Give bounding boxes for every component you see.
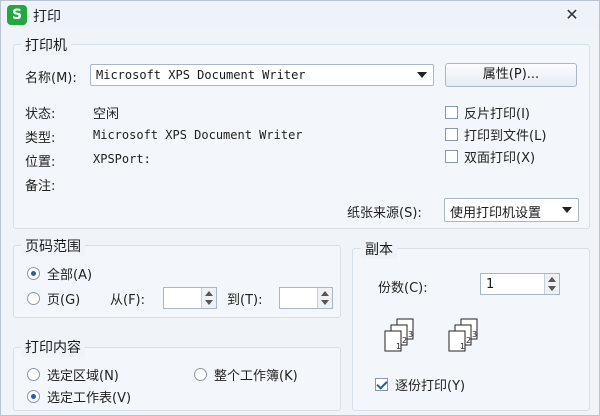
comment-label: 备注:: [25, 179, 56, 194]
reverse-print-label[interactable]: 反片打印(I): [464, 103, 530, 122]
paper-source-label: 纸张来源(S):: [347, 206, 422, 221]
arrow-up-icon[interactable]: [205, 291, 213, 296]
arrow-up-icon[interactable]: [321, 291, 329, 296]
chevron-down-icon: [562, 207, 572, 213]
copies-count-stepper[interactable]: 1: [480, 273, 560, 295]
printer-group-title: 打印机: [21, 35, 71, 55]
to-page-stepper[interactable]: [279, 287, 333, 309]
from-page-stepper[interactable]: [163, 287, 217, 309]
copies-count-value: 1: [486, 277, 495, 292]
printer-name-label: 名称(M):: [25, 71, 77, 86]
svg-text:1: 1: [396, 342, 401, 351]
location-value: XPSPort:: [93, 152, 151, 166]
print-active-sheets-radio[interactable]: [27, 390, 40, 403]
page-range-title: 页码范围: [21, 236, 85, 256]
reverse-print-checkbox[interactable]: [445, 106, 458, 119]
svg-text:3: 3: [408, 330, 413, 339]
copies-title: 副本: [361, 239, 397, 259]
print-to-file-label[interactable]: 打印到文件(L): [464, 125, 546, 144]
paper-source-select[interactable]: 使用打印机设置: [444, 198, 579, 222]
paper-source-value: 使用打印机设置: [450, 206, 542, 221]
print-selection-radio[interactable]: [27, 368, 40, 381]
type-value: Microsoft XPS Document Writer: [93, 128, 303, 142]
status-value: 空闲: [93, 107, 120, 122]
title-bar: S 打印 ✕: [1, 1, 599, 29]
location-label: 位置:: [25, 155, 56, 170]
status-label: 状态:: [25, 107, 56, 122]
print-dialog: S 打印 ✕ 打印机 名称(M): Microsoft XPS Document…: [0, 0, 600, 416]
properties-button[interactable]: 属性(P)...: [445, 63, 577, 87]
copies-stepper-buttons[interactable]: [544, 274, 559, 294]
printer-name-value: Microsoft XPS Document Writer: [96, 68, 306, 82]
svg-text:2: 2: [466, 336, 471, 345]
print-whole-workbook-label[interactable]: 整个工作簿(K): [214, 365, 298, 384]
print-to-file-checkbox[interactable]: [445, 128, 458, 141]
svg-text:2: 2: [402, 336, 407, 345]
duplex-checkbox[interactable]: [445, 150, 458, 163]
page-range-pages-radio[interactable]: [27, 292, 40, 305]
svg-text:1: 1: [460, 342, 465, 351]
page-range-all-radio[interactable]: [27, 267, 40, 280]
app-logo-icon: S: [7, 5, 27, 25]
collate-checkbox[interactable]: [375, 378, 388, 391]
from-stepper-buttons[interactable]: [201, 288, 216, 308]
print-selection-label[interactable]: 选定区域(N): [47, 365, 119, 384]
page-range-pages-label[interactable]: 页(G): [47, 289, 80, 308]
svg-text:3: 3: [472, 330, 477, 339]
print-active-sheets-label[interactable]: 选定工作表(V): [47, 387, 131, 406]
arrow-down-icon[interactable]: [321, 300, 329, 305]
print-whole-workbook-radio[interactable]: [194, 368, 207, 381]
collate-label[interactable]: 逐份打印(Y): [395, 375, 465, 394]
type-label: 类型:: [25, 131, 56, 146]
copies-count-label: 份数(C):: [378, 281, 428, 296]
page-range-all-label[interactable]: 全部(A): [47, 264, 92, 283]
arrow-down-icon[interactable]: [205, 300, 213, 305]
arrow-up-icon[interactable]: [548, 277, 556, 282]
printer-name-select[interactable]: Microsoft XPS Document Writer: [90, 64, 434, 86]
to-stepper-buttons[interactable]: [317, 288, 332, 308]
arrow-down-icon[interactable]: [548, 286, 556, 291]
from-label: 从(F):: [110, 293, 146, 308]
chevron-down-icon: [417, 72, 427, 78]
to-label: 到(T):: [227, 293, 263, 308]
print-what-title: 打印内容: [21, 337, 85, 357]
window-title: 打印: [33, 9, 61, 25]
collate-pages-icon: 321: [448, 318, 478, 352]
collate-pages-icon: 321: [384, 318, 414, 352]
duplex-label[interactable]: 双面打印(X): [464, 147, 535, 166]
close-button[interactable]: ✕: [557, 5, 587, 25]
